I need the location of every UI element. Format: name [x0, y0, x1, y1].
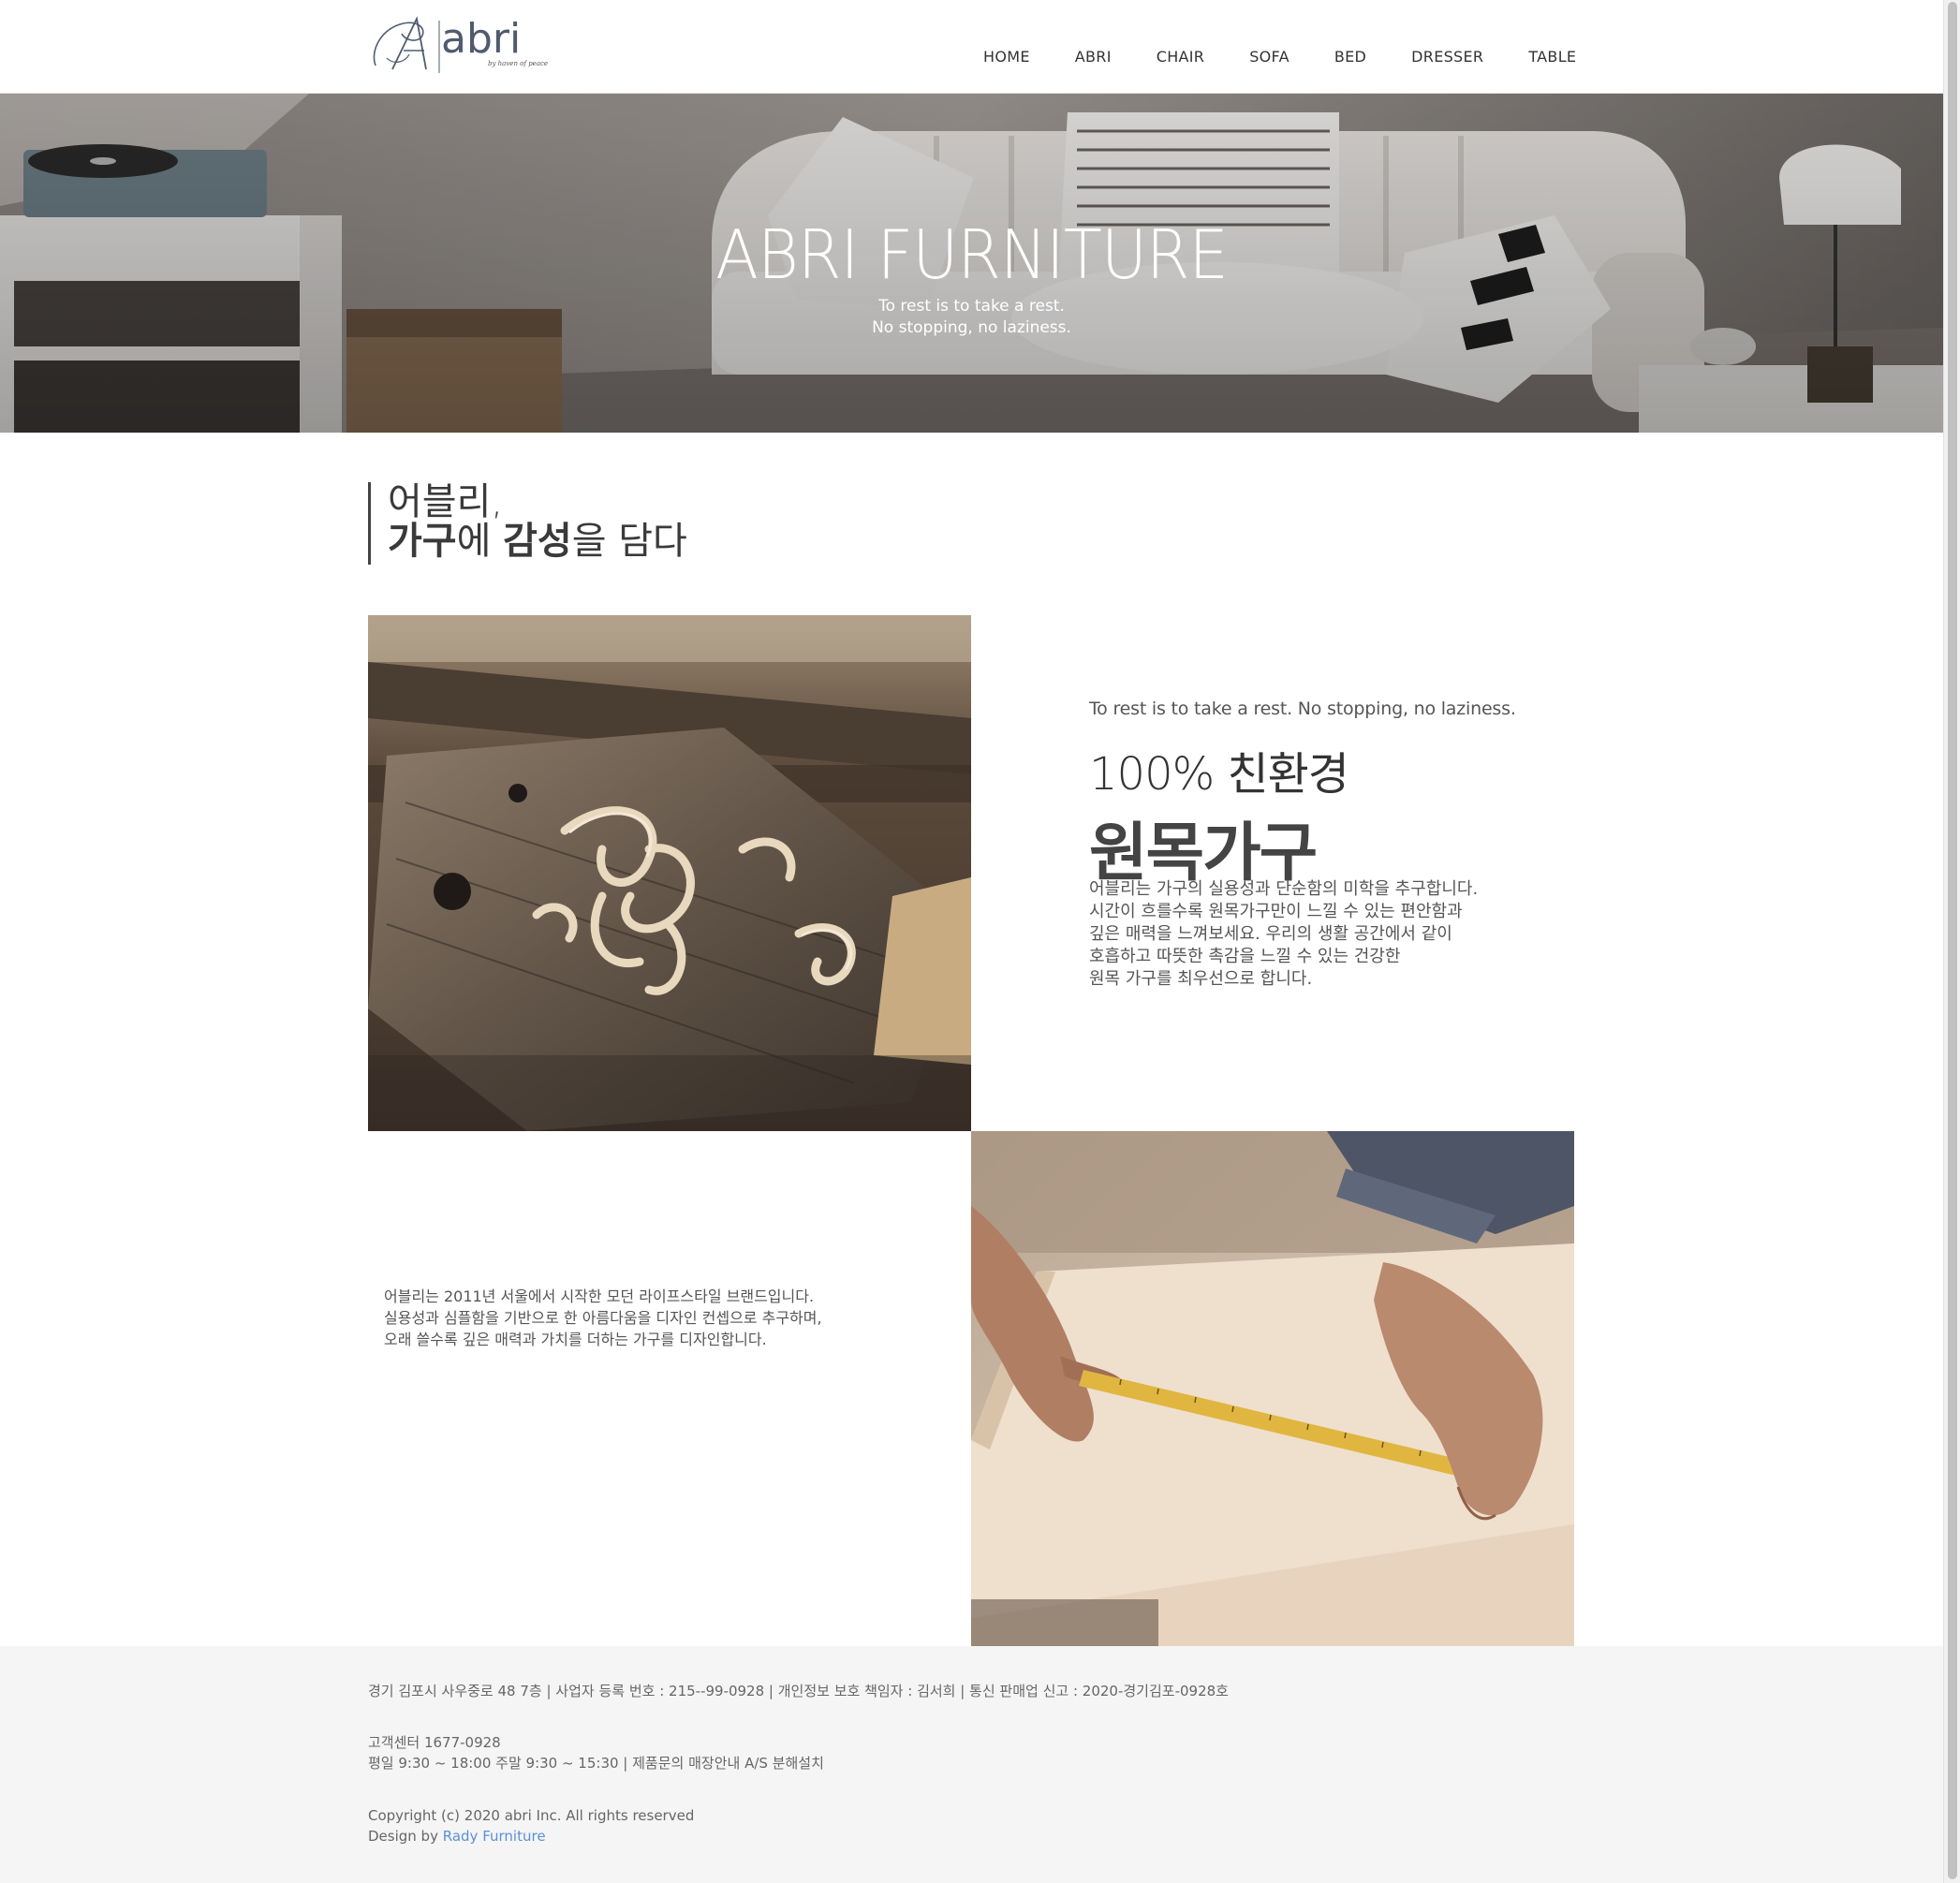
- feature-tagline: To rest is to take a rest. No stopping, …: [1089, 699, 1516, 719]
- intro-heading-line2: 가구에 감성을 담다: [388, 522, 687, 561]
- footer-designer-link[interactable]: Rady Furniture: [443, 1828, 546, 1845]
- nav-table[interactable]: TABLE: [1528, 48, 1576, 66]
- footer-design-credit: Design by Rady Furniture: [368, 1826, 546, 1846]
- feature-eco-heading: 100% 친환경: [1089, 748, 1349, 801]
- hero-banner: ABRI FURNITURE To rest is to take a rest…: [0, 94, 1943, 433]
- logo-monogram-icon: [373, 16, 440, 73]
- intro-bold-furniture: 가구: [388, 520, 457, 563]
- brand-story-line: 오래 쓸수록 깊은 매력과 가치를 더하는 가구를 디자인합니다.: [384, 1331, 767, 1348]
- logo-tagline: by haven of peace: [488, 60, 549, 67]
- brand-story-line: 어블리는 2011년 서울에서 시작한 모던 라이프스타일 브랜드입니다.: [384, 1287, 815, 1305]
- main-nav: HOME ABRI CHAIR SOFA BED DRESSER TABLE: [983, 48, 1576, 66]
- hero-subtitle-line1: To rest is to take a rest.: [878, 297, 1065, 316]
- scrollbar-thumb[interactable]: [1948, 2, 1957, 1879]
- wood-shavings-image: [368, 615, 971, 1131]
- nav-abri[interactable]: ABRI: [1075, 48, 1112, 66]
- feature-description-line: 깊은 매력을 느껴보세요. 우리의 생활 공간에서 같이: [1089, 924, 1452, 944]
- feature-description-line: 시간이 흐를수록 원목가구만이 느낄 수 있는 편안함과: [1089, 902, 1463, 921]
- nav-chair[interactable]: CHAIR: [1157, 48, 1204, 66]
- footer-copyright: Copyright (c) 2020 abri Inc. All rights …: [368, 1807, 695, 1824]
- hero-subtitle: To rest is to take a rest. No stopping, …: [0, 296, 1943, 339]
- feature-description-line: 호흡하고 따뜻한 촉감을 느낄 수 있는 건강한: [1089, 947, 1401, 966]
- abri-logo[interactable]: abri by haven of peace: [368, 13, 548, 77]
- site-footer: 경기 김포시 사우중로 48 7층 | 사업자 등록 번호 : 215--99-…: [0, 1646, 1943, 1883]
- site-header: abri by haven of peace HOME ABRI CHAIR S…: [0, 0, 1943, 94]
- feature-description: 어블리는 가구의 실용성과 단순함의 미학을 추구합니다. 시간이 흐를수록 원…: [1089, 878, 1529, 991]
- page-scrollbar[interactable]: [1943, 0, 1960, 1883]
- intro-text-part1: 에: [456, 520, 504, 563]
- brand-story: 어블리는 2011년 서울에서 시작한 모던 라이프스타일 브랜드입니다. 실용…: [384, 1286, 908, 1350]
- intro-heading: 어블리, 가구에 감성을 담다: [368, 482, 687, 565]
- logo-wordmark: abri: [441, 15, 522, 63]
- footer-company-info: 경기 김포시 사우중로 48 7층 | 사업자 등록 번호 : 215--99-…: [368, 1683, 1229, 1699]
- hero-title: ABRI FURNITURE: [715, 215, 1229, 294]
- nav-dresser[interactable]: DRESSER: [1411, 48, 1483, 66]
- measuring-wood-image: [971, 1131, 1574, 1646]
- footer-design-by-label: Design by: [368, 1828, 438, 1845]
- brand-story-line: 실용성과 심플함을 기반으로 한 아름다움을 디자인 컨셉으로 추구하며,: [384, 1309, 822, 1327]
- intro-bold-emotion: 감성: [503, 520, 572, 563]
- feature-description-line: 어블리는 가구의 실용성과 단순함의 미학을 추구합니다.: [1089, 879, 1479, 899]
- intro-heading-line1: 어블리,: [388, 480, 504, 523]
- nav-sofa[interactable]: SOFA: [1249, 48, 1289, 66]
- nav-home[interactable]: HOME: [983, 48, 1030, 66]
- hero-subtitle-line2: No stopping, no laziness.: [872, 318, 1071, 337]
- nav-bed[interactable]: BED: [1334, 48, 1366, 66]
- intro-text-part2: 을 담다: [571, 520, 687, 563]
- feature-description-line: 원목 가구를 최우선으로 합니다.: [1089, 969, 1313, 989]
- footer-business-hours: 평일 9:30 ~ 18:00 주말 9:30 ~ 15:30 | 제품문의 매…: [368, 1755, 824, 1772]
- footer-cs-phone: 고객센터 1677-0928: [368, 1734, 501, 1751]
